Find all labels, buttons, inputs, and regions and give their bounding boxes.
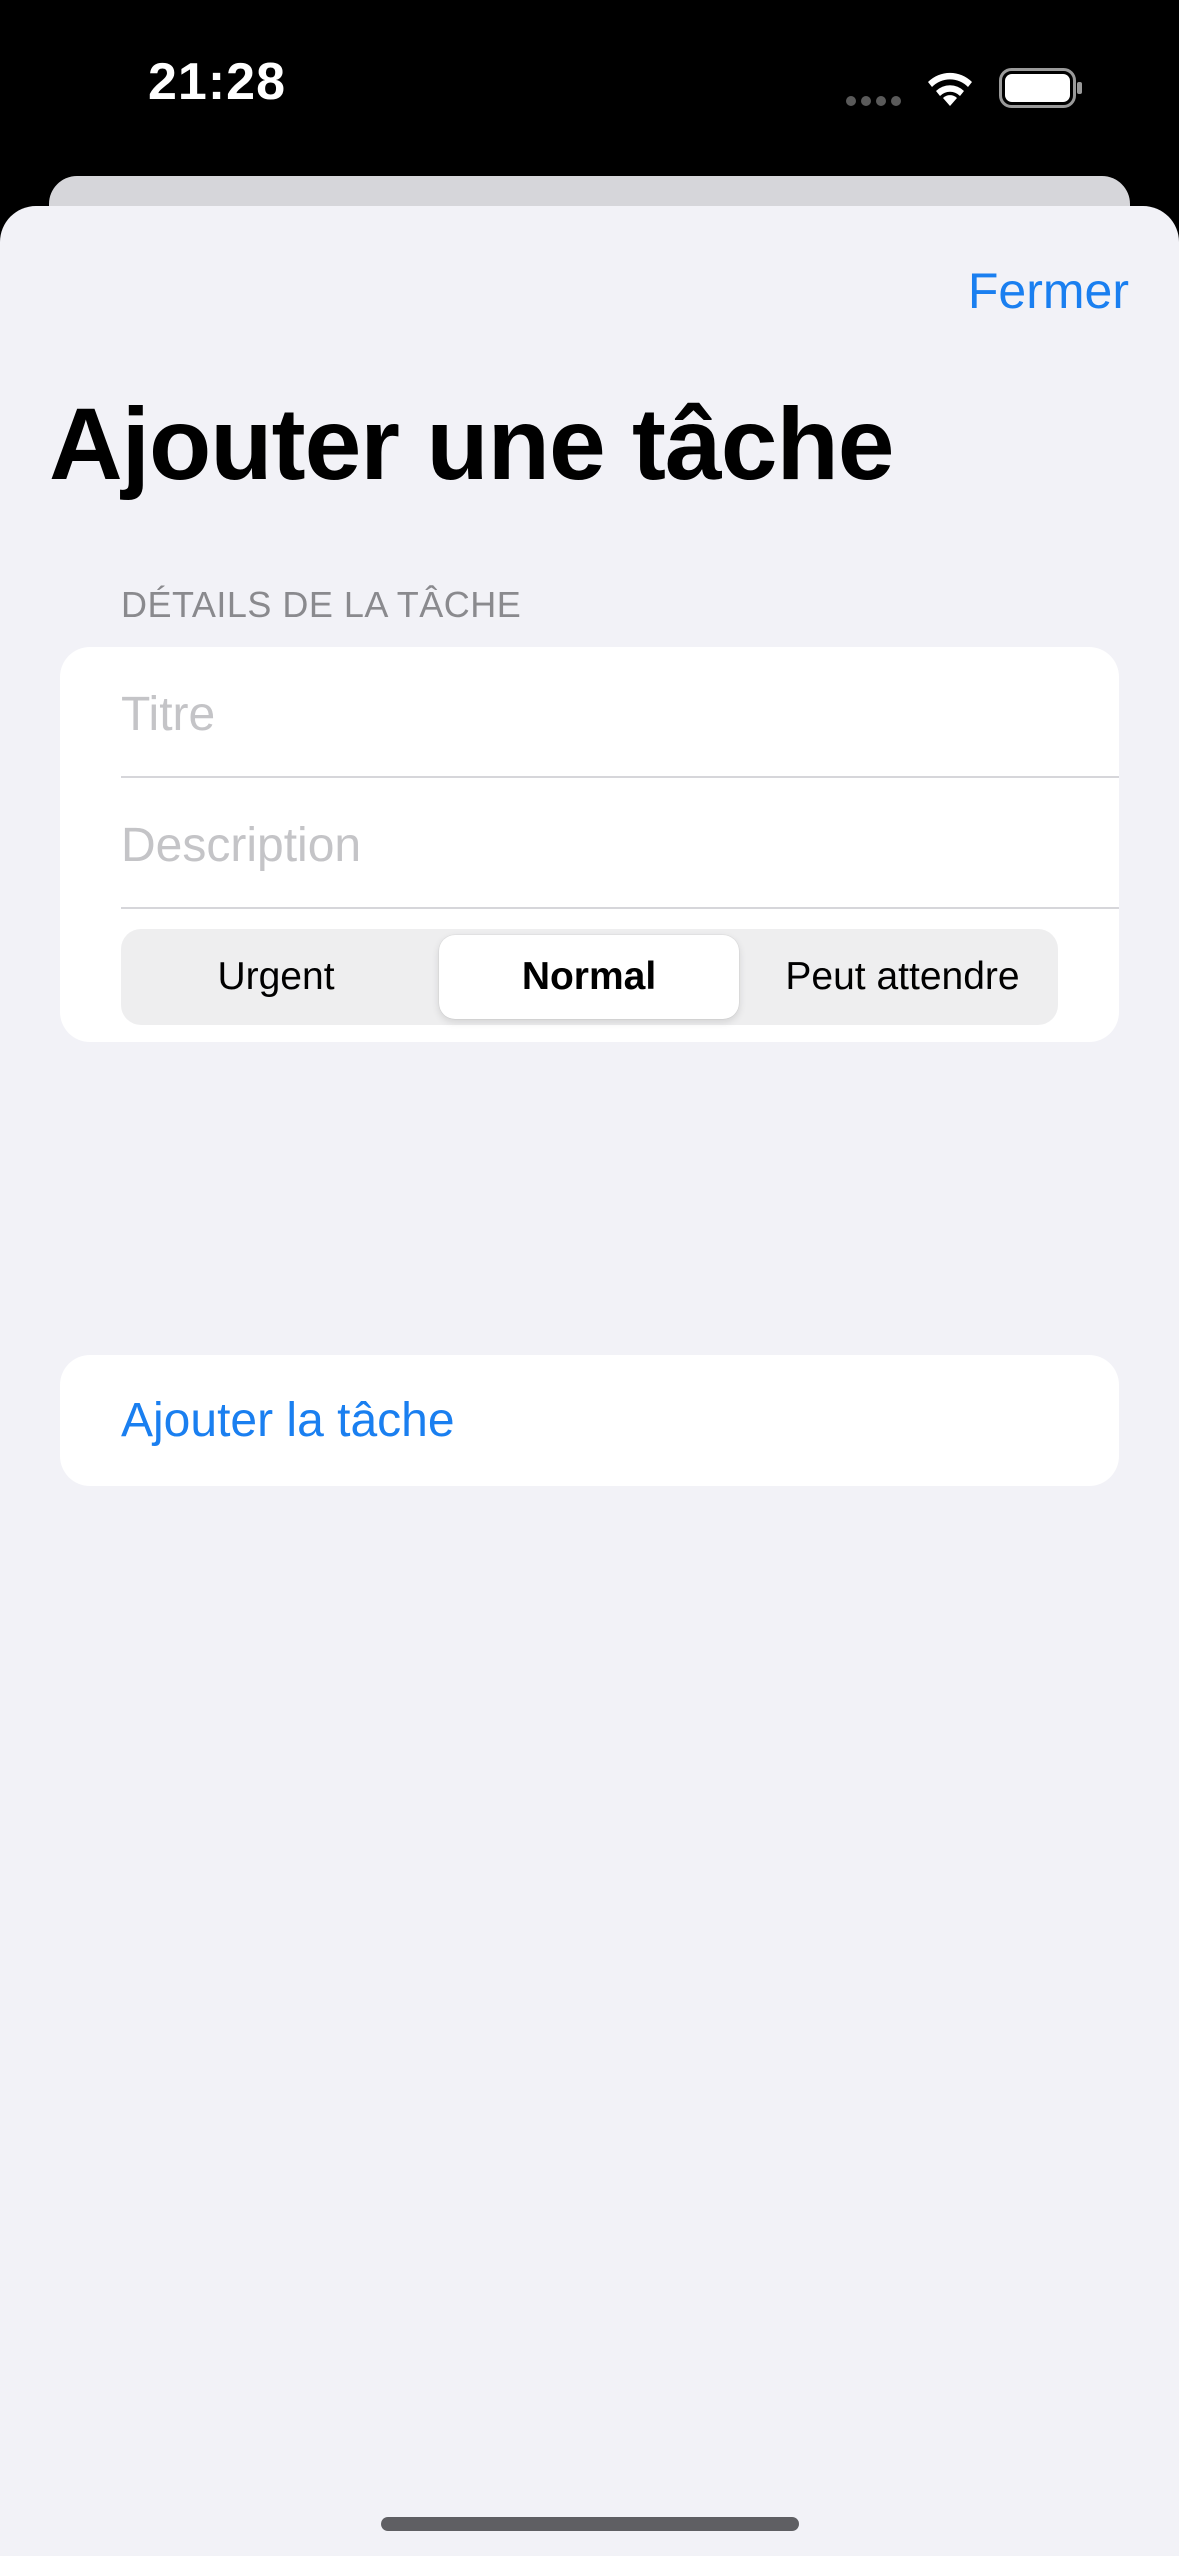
battery-icon — [999, 68, 1082, 108]
description-field-row — [121, 778, 1119, 909]
page-title: Ajouter une tâche — [49, 387, 894, 501]
add-task-sheet: Fermer Ajouter une tâche DÉTAILS DE LA T… — [0, 206, 1179, 2556]
add-task-button[interactable]: Ajouter la tâche — [121, 1355, 455, 1486]
add-task-card: Ajouter la tâche — [60, 1355, 1119, 1486]
status-time: 21:28 — [148, 53, 286, 111]
priority-segment-urgent[interactable]: Urgent — [121, 929, 431, 1025]
home-indicator[interactable] — [381, 2517, 799, 2531]
task-details-card: Urgent Normal Peut attendre — [60, 647, 1119, 1042]
section-header-task-details: DÉTAILS DE LA TÂCHE — [121, 584, 522, 625]
title-input[interactable] — [121, 687, 1021, 742]
priority-segmented-control: Urgent Normal Peut attendre — [121, 929, 1058, 1025]
priority-segment-normal[interactable]: Normal — [439, 935, 739, 1019]
status-bar: 21:28 — [0, 0, 1179, 175]
signal-dots-icon — [846, 96, 906, 106]
priority-segment-peut-attendre[interactable]: Peut attendre — [747, 929, 1058, 1025]
title-field-row — [121, 647, 1119, 778]
close-button[interactable]: Fermer — [968, 262, 1129, 320]
wifi-icon — [928, 72, 972, 106]
description-input[interactable] — [121, 818, 1021, 873]
